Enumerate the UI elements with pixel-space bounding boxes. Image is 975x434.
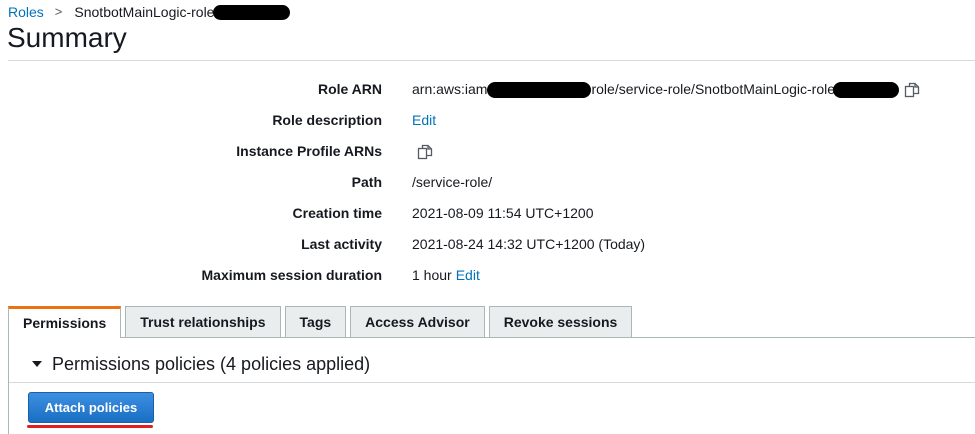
tab-permissions[interactable]: Permissions [8,306,122,338]
redaction-mark [487,81,592,98]
max-session-value: 1 hour Edit [412,260,480,291]
tab-trust-relationships[interactable]: Trust relationships [125,306,281,337]
creation-time-row: Creation time 2021-08-09 11:54 UTC+1200 [0,198,975,229]
tab-tags[interactable]: Tags [284,306,347,337]
path-label: Path [351,174,382,190]
tab-revoke-sessions[interactable]: Revoke sessions [488,306,633,337]
role-description-edit-link[interactable]: Edit [412,105,436,136]
max-session-edit-link[interactable]: Edit [456,260,480,291]
role-arn-suffix: role/service-role/SnotbotMainLogic-role [591,81,836,97]
last-activity-label: Last activity [301,236,382,252]
breadcrumb-roles-link[interactable]: Roles [8,3,44,21]
instance-profile-value [412,136,434,167]
copy-icon[interactable] [903,81,921,99]
role-description-label: Role description [272,112,382,128]
tab-access-advisor[interactable]: Access Advisor [350,306,485,337]
title-divider [8,60,975,61]
role-arn-row: Role ARN arn:aws:iam role/service-role/S… [0,74,975,105]
redaction-mark [213,4,291,20]
creation-time-label: Creation time [292,205,382,221]
section-divider [9,382,975,383]
creation-time-value: 2021-08-09 11:54 UTC+1200 [412,205,594,221]
role-arn-label: Role ARN [317,81,382,97]
path-value: /service-role/ [412,174,493,190]
role-arn-value: arn:aws:iam role/service-role/SnotbotMai… [412,74,921,105]
breadcrumb-separator: > [54,4,63,19]
role-arn-prefix: arn:aws:iam [412,81,488,97]
permissions-policies-header[interactable]: Permissions policies (4 policies applied… [32,352,370,376]
path-row: Path /service-role/ [0,167,975,198]
page-title: Summary [7,22,127,53]
last-activity-row: Last activity 2021-08-24 14:32 UTC+1200 … [0,229,975,260]
instance-profile-label: Instance Profile ARNs [236,143,382,159]
permissions-policies-title: Permissions policies (4 policies applied… [52,354,371,374]
role-tabs: Permissions Trust relationships Tags Acc… [8,306,636,338]
breadcrumb: Roles > SnotbotMainLogic-role [8,3,291,21]
tabs-divider [8,337,975,338]
max-session-duration-text: 1 hour [412,267,452,283]
max-session-label: Maximum session duration [201,267,382,283]
role-description-row: Role description Edit [0,105,975,136]
redaction-mark [833,81,900,98]
attach-policies-button[interactable]: Attach policies [28,392,154,423]
max-session-row: Maximum session duration 1 hour Edit [0,260,975,291]
caret-down-icon [32,361,42,367]
breadcrumb-current-role: SnotbotMainLogic-role [74,4,215,20]
highlight-underline [27,425,153,428]
panel-border [8,337,9,434]
role-description-value: Edit [412,105,436,136]
last-activity-value: 2021-08-24 14:32 UTC+1200 (Today) [412,236,646,252]
copy-icon[interactable] [416,143,434,161]
instance-profile-row: Instance Profile ARNs [0,136,975,167]
